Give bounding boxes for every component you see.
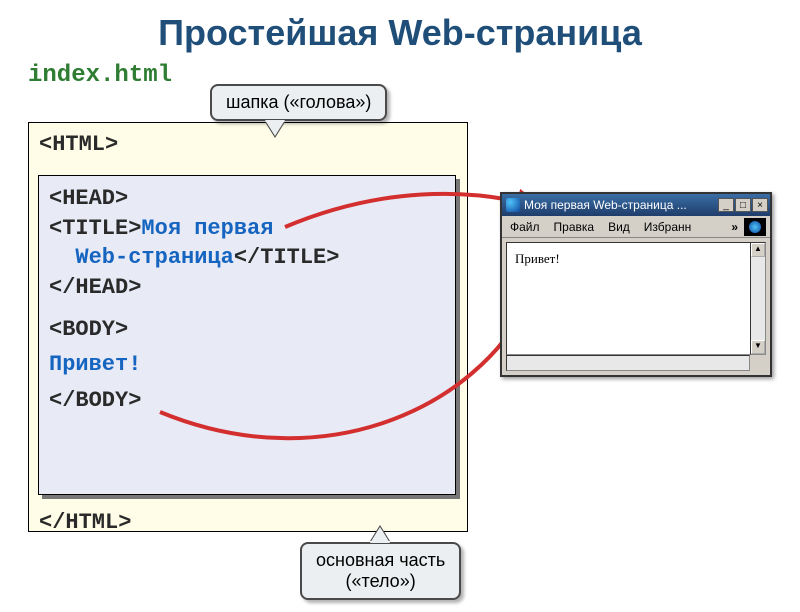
body-close-tag: </BODY> bbox=[49, 386, 445, 416]
title-line-1: <TITLE>Моя первая bbox=[49, 214, 445, 244]
body-text-line: Привет! bbox=[49, 350, 445, 380]
code-inner-box: <HEAD> <TITLE>Моя первая Web-страница</T… bbox=[38, 175, 456, 495]
title-close-tag: </TITLE> bbox=[234, 245, 340, 270]
title-line-2: Web-страница</TITLE> bbox=[49, 243, 445, 273]
maximize-button[interactable]: □ bbox=[735, 198, 751, 212]
scroll-up-icon[interactable]: ▲ bbox=[751, 243, 765, 257]
title-text-2: Web-страница bbox=[75, 245, 233, 270]
browser-content: Привет! bbox=[506, 242, 766, 355]
browser-title-text: Моя первая Web-страница ... bbox=[524, 198, 687, 212]
minimize-button[interactable]: _ bbox=[718, 198, 734, 212]
slide-title: Простейшая Web-страница bbox=[0, 12, 800, 54]
menu-favorites[interactable]: Избранн bbox=[640, 220, 695, 234]
html-close-tag: </HTML> bbox=[39, 509, 457, 537]
ie-icon bbox=[506, 198, 520, 212]
title-open-tag: <TITLE> bbox=[49, 216, 141, 241]
callout-body: основная часть («тело») bbox=[300, 542, 461, 600]
menu-file[interactable]: Файл bbox=[506, 220, 544, 234]
callout-head: шапка («голова») bbox=[210, 84, 387, 121]
page-body-text: Привет! bbox=[515, 251, 560, 266]
menu-edit[interactable]: Правка bbox=[550, 220, 599, 234]
callout-body-line1: основная часть bbox=[316, 550, 445, 571]
close-button[interactable]: × bbox=[752, 198, 768, 212]
head-close-tag: </HEAD> bbox=[49, 273, 445, 303]
callout-body-line2: («тело») bbox=[316, 571, 445, 592]
scroll-down-icon[interactable]: ▼ bbox=[751, 340, 765, 354]
callout-body-tail bbox=[370, 527, 390, 543]
window-buttons: _ □ × bbox=[718, 198, 768, 212]
horizontal-scrollbar[interactable] bbox=[506, 355, 750, 371]
browser-menubar: Файл Правка Вид Избранн » bbox=[502, 216, 770, 238]
html-open-tag: <HTML> bbox=[39, 131, 457, 159]
callout-head-tail bbox=[265, 120, 285, 136]
menu-view[interactable]: Вид bbox=[604, 220, 634, 234]
filename-label: index.html bbox=[28, 62, 800, 89]
body-open-tag: <BODY> bbox=[49, 315, 445, 345]
ie-logo-icon bbox=[744, 218, 766, 236]
vertical-scrollbar[interactable]: ▲ ▼ bbox=[750, 242, 766, 355]
head-open-tag: <HEAD> bbox=[49, 184, 445, 214]
title-text-1: Моя первая bbox=[141, 216, 273, 241]
browser-titlebar: Моя первая Web-страница ... _ □ × bbox=[502, 194, 770, 216]
menu-overflow-icon[interactable]: » bbox=[731, 220, 738, 234]
browser-window: Моя первая Web-страница ... _ □ × Файл П… bbox=[500, 192, 772, 377]
